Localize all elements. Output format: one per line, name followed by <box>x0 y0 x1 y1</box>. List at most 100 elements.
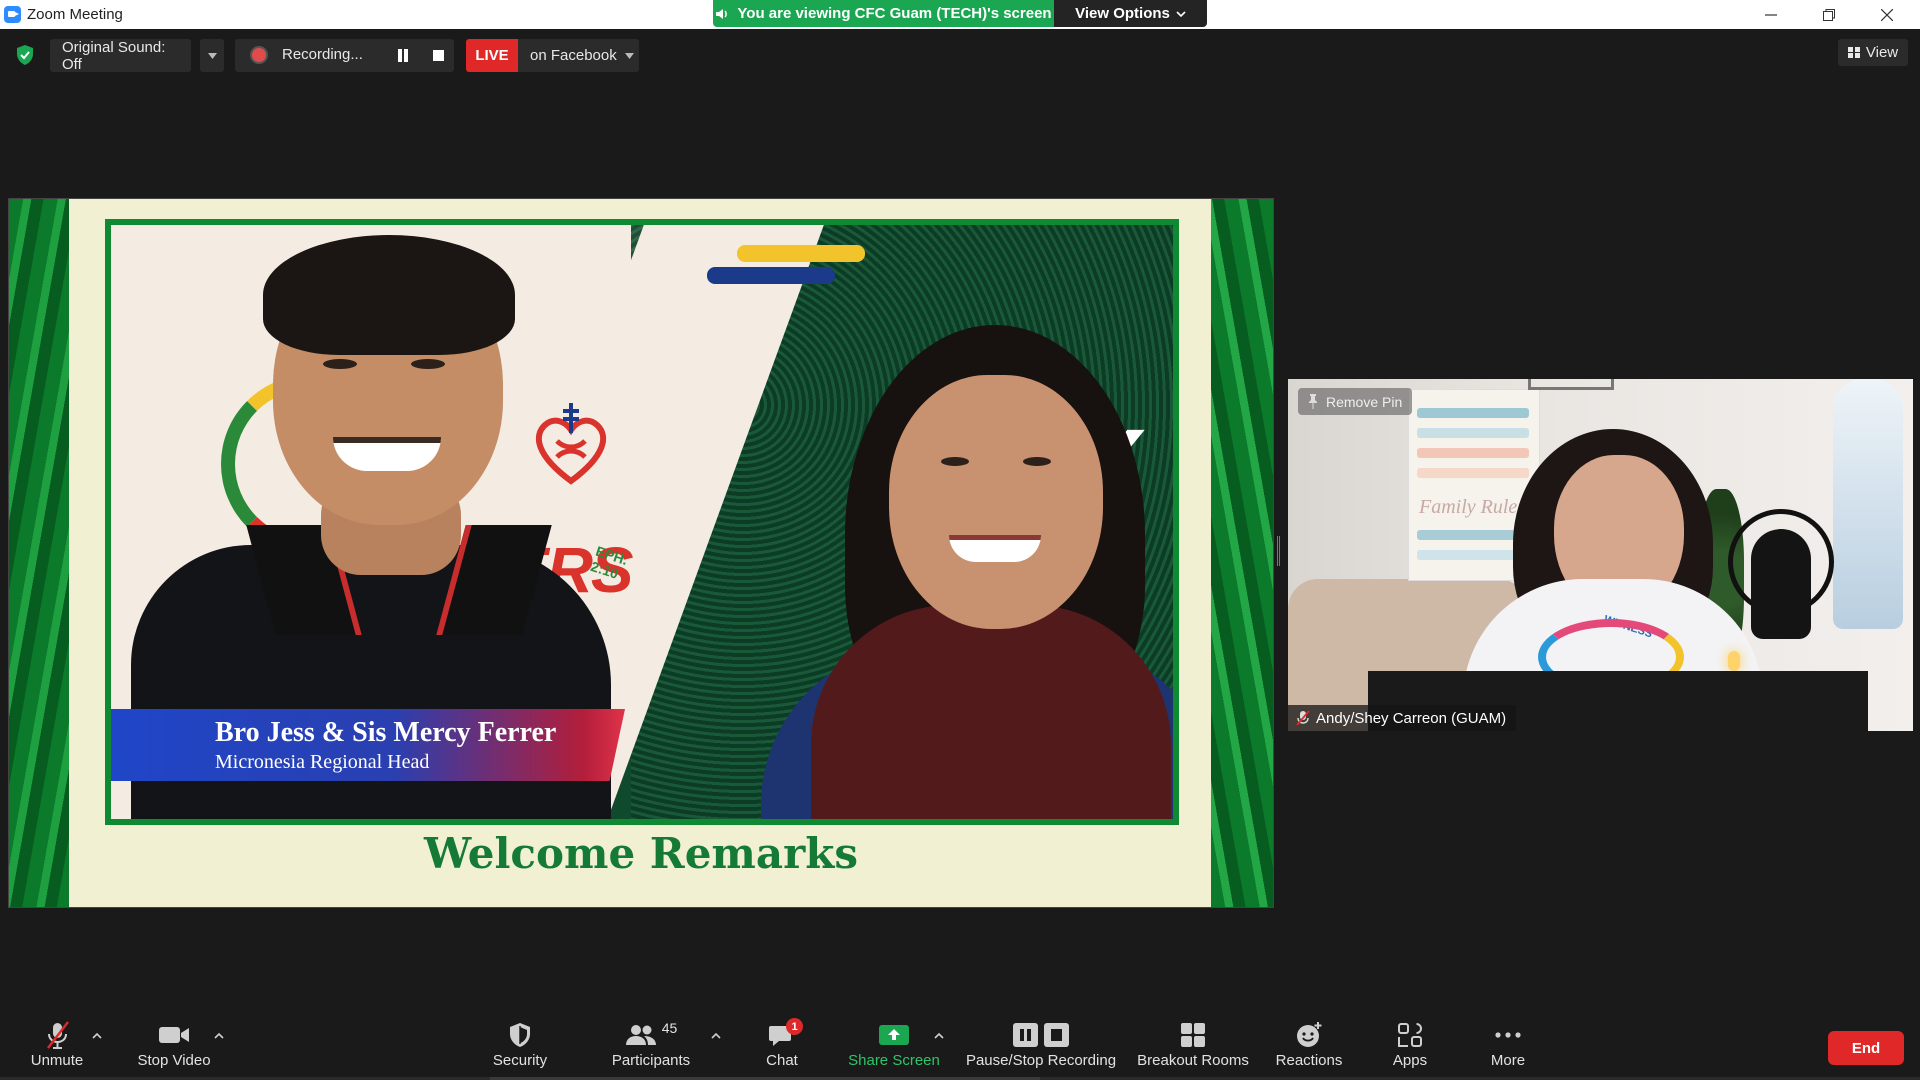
close-icon <box>1881 8 1893 21</box>
share-options-caret-icon[interactable] <box>932 1029 946 1043</box>
woman-smile <box>949 535 1041 562</box>
board-line <box>1417 428 1529 438</box>
video-options-caret-icon[interactable] <box>212 1029 226 1043</box>
close-button[interactable] <box>1858 0 1916 29</box>
chat-button[interactable]: 1 Chat <box>760 1018 804 1080</box>
reactions-button[interactable]: Reactions <box>1272 1018 1346 1080</box>
board-family-text: Family Rule <box>1419 496 1518 518</box>
more-dots-icon <box>1495 1032 1521 1038</box>
participants-icon <box>625 1025 656 1045</box>
pin-icon <box>1309 394 1317 409</box>
microphone <box>1751 529 1811 639</box>
speaker-icon <box>716 8 728 19</box>
picture-frame <box>1528 379 1614 390</box>
man-eye-left <box>323 359 357 369</box>
navy-bar-graphic <box>707 267 835 284</box>
chat-label: Chat <box>766 1052 798 1069</box>
stop-recording-icon[interactable] <box>433 50 444 61</box>
unmute-button[interactable]: Unmute <box>24 1018 90 1080</box>
woman-eye-right <box>1023 457 1051 466</box>
breakout-rooms-label: Breakout Rooms <box>1137 1052 1249 1069</box>
grid-view-icon <box>1847 47 1860 58</box>
live-target-label: on Facebook <box>530 47 617 64</box>
zoom-app-icon <box>4 6 21 23</box>
minimize-button[interactable] <box>1742 0 1800 29</box>
statue-figure <box>1833 379 1903 629</box>
remove-pin-button[interactable]: Remove Pin <box>1298 388 1413 415</box>
recording-dot-icon <box>252 48 266 62</box>
live-badge[interactable]: LIVE <box>466 39 518 72</box>
pause-stop-recording-icon <box>1013 1023 1069 1047</box>
board-line <box>1417 468 1529 478</box>
title-bar: Zoom Meeting You are viewing CFC Guam (T… <box>0 0 1920 29</box>
recording-indicator: Recording... <box>235 39 454 72</box>
security-button[interactable]: Security <box>488 1018 552 1080</box>
yellow-bar-graphic <box>737 245 865 262</box>
caret-down-icon <box>624 52 634 59</box>
heart-cross-logo-icon <box>535 403 607 485</box>
live-target-dropdown[interactable]: on Facebook <box>518 39 639 72</box>
participant-name-tag: Andy/Shey Carreon (GUAM) <box>1288 705 1517 731</box>
view-label: View <box>1865 44 1899 61</box>
green-stripe-left <box>9 199 69 907</box>
lower-third-banner: Bro Jess & Sis Mercy Ferrer Micronesia R… <box>111 709 625 781</box>
participants-button[interactable]: 45 Participants <box>608 1018 694 1080</box>
man-eye-right <box>411 359 445 369</box>
security-label: Security <box>492 1052 548 1069</box>
lower-third-role: Micronesia Regional Head <box>215 751 430 773</box>
more-label: More <box>1490 1052 1526 1069</box>
caret-down-icon <box>207 52 217 59</box>
view-layout-button[interactable]: View <box>1838 39 1908 66</box>
board-line <box>1417 408 1529 418</box>
end-meeting-button[interactable]: End <box>1828 1031 1904 1065</box>
man-smile <box>333 437 441 471</box>
stop-video-button[interactable]: Stop Video <box>130 1018 218 1080</box>
video-camera-icon <box>159 1027 189 1043</box>
view-options-button[interactable]: View Options <box>1054 0 1207 27</box>
apps-label: Apps <box>1392 1052 1428 1069</box>
window-title: Zoom Meeting <box>27 6 123 23</box>
recording-label: Recording... <box>282 46 363 63</box>
green-stripe-right <box>1211 199 1273 907</box>
participants-caret-icon[interactable] <box>709 1029 723 1043</box>
shared-screen[interactable]: ERS EPH. 2:10 Y 1 Bro Jess & Sis Mercy F… <box>8 198 1274 908</box>
share-banner-text: You are viewing CFC Guam (TECH)'s screen <box>737 5 1052 22</box>
apps-button[interactable]: Apps <box>1388 1018 1432 1080</box>
more-button[interactable]: More <box>1486 1018 1530 1080</box>
chat-unread-badge: 1 <box>786 1018 803 1035</box>
chevron-down-icon <box>1176 10 1186 17</box>
view-options-label: View Options <box>1075 5 1170 22</box>
encryption-shield-icon[interactable] <box>14 44 36 66</box>
participants-label: Participants <box>611 1052 691 1069</box>
breakout-rooms-icon <box>1181 1023 1205 1047</box>
audio-options-caret-icon[interactable] <box>90 1029 104 1043</box>
share-screen-button[interactable]: Share Screen <box>848 1018 940 1080</box>
pause-stop-recording-button[interactable]: Pause/Stop Recording <box>964 1018 1118 1080</box>
woman-eye-left <box>941 457 969 466</box>
splitter-handle[interactable] <box>1277 536 1282 566</box>
remove-pin-label: Remove Pin <box>1326 393 1403 410</box>
pause-stop-recording-label: Pause/Stop Recording <box>965 1052 1117 1069</box>
minimize-icon <box>1765 13 1777 16</box>
woman-figure-face <box>889 375 1103 629</box>
restore-button[interactable] <box>1800 0 1858 29</box>
shield-icon <box>510 1023 530 1047</box>
stop-video-label: Stop Video <box>137 1052 211 1069</box>
man-figure-body <box>131 545 611 819</box>
share-screen-icon <box>879 1025 909 1045</box>
share-banner: You are viewing CFC Guam (TECH)'s screen <box>713 0 1054 27</box>
original-sound-button[interactable]: Original Sound: Off <box>50 39 191 73</box>
woman-figure-body <box>811 605 1171 819</box>
candle-light <box>1728 651 1740 671</box>
muted-mic-icon <box>1296 710 1310 726</box>
man-figure-hair <box>263 235 515 355</box>
unmute-label: Unmute <box>30 1052 84 1069</box>
pause-recording-icon[interactable] <box>397 49 409 62</box>
participant-name: Andy/Shey Carreon (GUAM) <box>1316 709 1507 727</box>
share-screen-label: Share Screen <box>848 1052 940 1069</box>
participant-video-tile[interactable]: Family Rule WITNESS Remove Pin Andy/Shey… <box>1288 379 1913 731</box>
original-sound-dropdown[interactable] <box>200 39 224 72</box>
board-line <box>1417 448 1529 458</box>
breakout-rooms-button[interactable]: Breakout Rooms <box>1136 1018 1250 1080</box>
reactions-label: Reactions <box>1275 1052 1343 1069</box>
